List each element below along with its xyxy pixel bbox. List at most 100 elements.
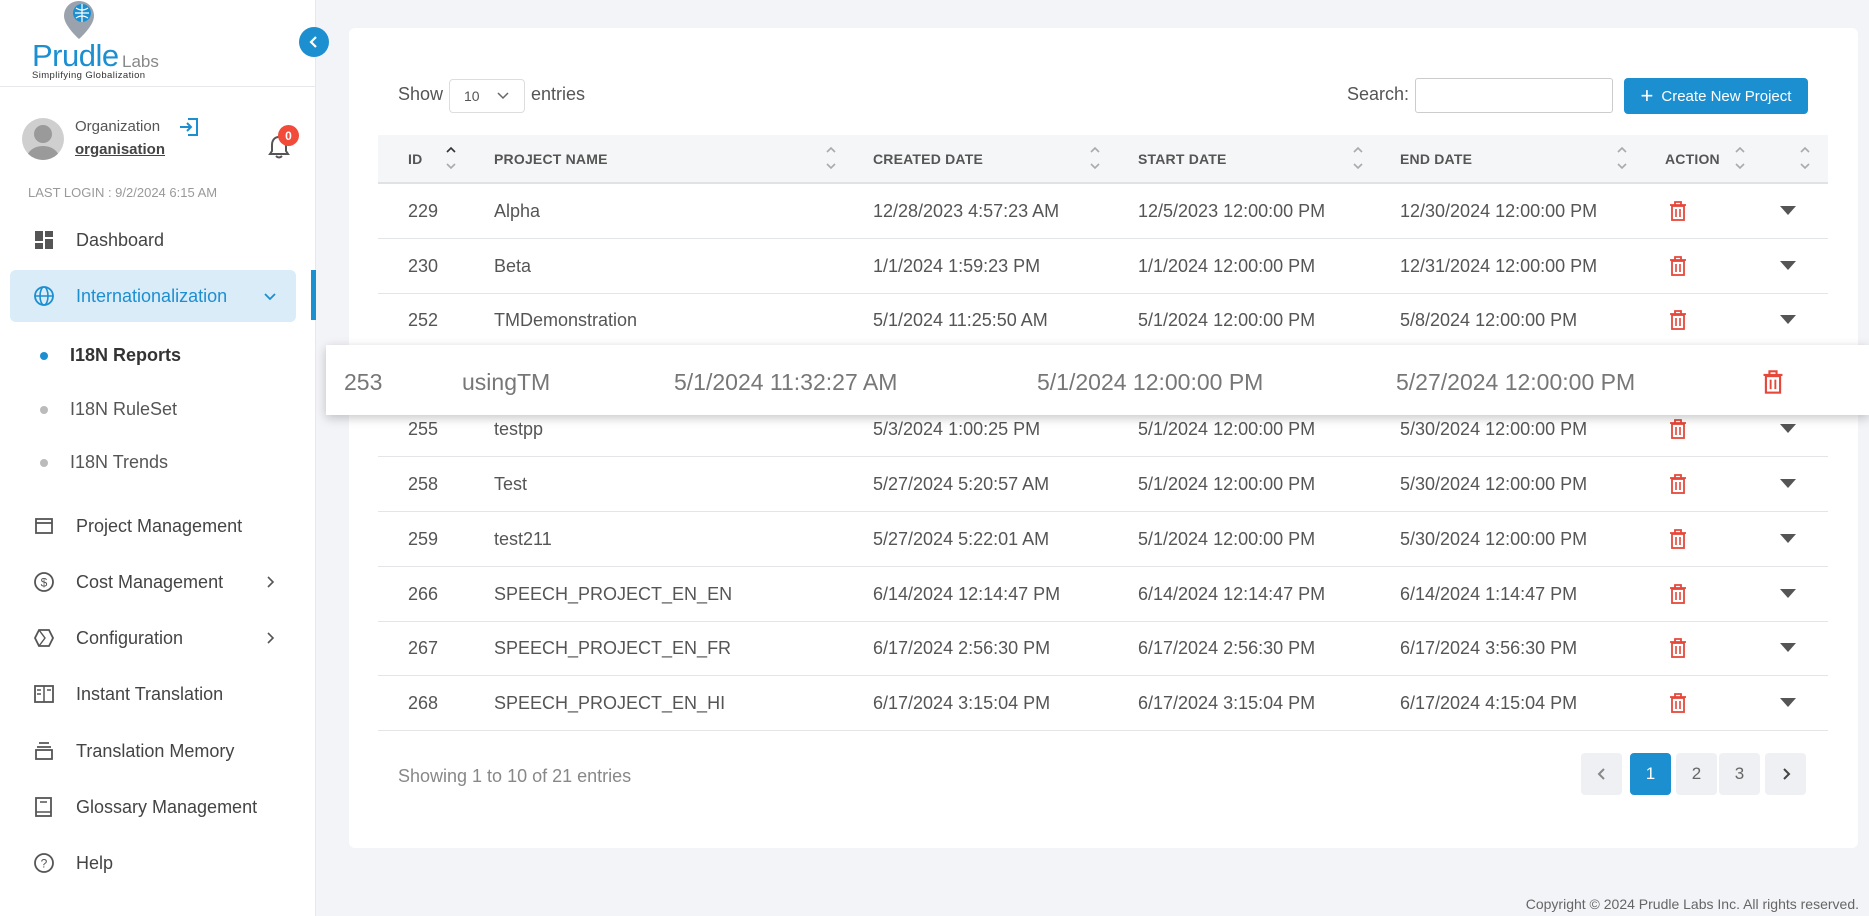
table-row[interactable]: 267 SPEECH_PROJECT_EN_FR 6/17/2024 2:56:…: [378, 621, 1828, 676]
dollar-icon: $: [32, 570, 56, 594]
cell-start-date: 6/17/2024 3:15:04 PM: [1138, 693, 1316, 713]
expand-row-icon[interactable]: [1780, 206, 1796, 215]
chevron-right-icon: [267, 576, 275, 588]
trash-icon[interactable]: [1668, 418, 1688, 440]
cell-project-name[interactable]: Alpha: [494, 201, 540, 222]
sidebar-item-cost-management[interactable]: $ Cost Management: [10, 556, 296, 608]
column-header-project-name[interactable]: PROJECT NAME: [494, 151, 608, 167]
sort-icon[interactable]: [1798, 143, 1812, 173]
expand-row-icon[interactable]: [1780, 315, 1796, 324]
cell-project-name[interactable]: Beta: [494, 256, 531, 277]
sort-icon[interactable]: [824, 143, 838, 173]
dashboard-icon: [32, 228, 56, 252]
page-size-select[interactable]: 10: [449, 79, 525, 113]
cell-start-date: 5/1/2024 12:00:00 PM: [1138, 310, 1316, 330]
sort-icon[interactable]: [1733, 143, 1747, 173]
sidebar-item-translation-memory[interactable]: Translation Memory: [10, 725, 296, 777]
cell-end-date: 5/30/2024 12:00:00 PM: [1400, 529, 1588, 549]
help-icon: ?: [32, 851, 56, 875]
chevron-right-icon: [1782, 768, 1790, 780]
search-input[interactable]: [1415, 78, 1613, 113]
table-row[interactable]: 252 TMDemonstration 5/1/2024 11:25:50 AM…: [378, 293, 1828, 348]
cell-project-name[interactable]: SPEECH_PROJECT_EN_HI: [494, 693, 725, 714]
cell-project-name[interactable]: TMDemonstration: [494, 310, 637, 331]
cell-end-date: 6/17/2024 4:15:04 PM: [1400, 693, 1578, 713]
trash-icon[interactable]: [1668, 200, 1688, 222]
table-row[interactable]: 258 Test 5/27/2024 5:20:57 AM 5/1/2024 1…: [378, 457, 1828, 512]
column-header-start-date[interactable]: START DATE: [1138, 151, 1227, 167]
trash-icon[interactable]: [1668, 255, 1688, 277]
sidebar-subitem-i18n-trends[interactable]: I18N Trends: [40, 452, 168, 473]
trash-icon[interactable]: [1668, 692, 1688, 714]
sidebar-item-help[interactable]: ? Help: [10, 837, 296, 889]
sidebar-item-internationalization[interactable]: Internationalization: [10, 270, 296, 322]
avatar[interactable]: [22, 118, 64, 160]
expand-row-icon[interactable]: [1780, 643, 1796, 652]
cell-project-name[interactable]: SPEECH_PROJECT_EN_FR: [494, 638, 731, 659]
column-header-id[interactable]: ID: [408, 151, 422, 167]
trash-icon[interactable]: [1668, 528, 1688, 550]
sidebar-item-label: I18N RuleSet: [70, 399, 178, 419]
table-row[interactable]: 229 Alpha 12/28/2023 4:57:23 AM 12/5/202…: [378, 184, 1828, 239]
table-row[interactable]: 259 test211 5/27/2024 5:22:01 AM 5/1/202…: [378, 512, 1828, 567]
table-row[interactable]: 268 SPEECH_PROJECT_EN_HI 6/17/2024 3:15:…: [378, 676, 1828, 731]
dragged-table-row[interactable]: 253 usingTM 5/1/2024 11:32:27 AM 5/1/202…: [326, 345, 1869, 415]
sidebar-item-dashboard[interactable]: Dashboard: [10, 214, 296, 266]
page-size-value: 10: [464, 88, 480, 104]
org-link[interactable]: organisation: [75, 141, 165, 158]
cell-project-name[interactable]: test211: [494, 529, 552, 550]
sidebar-subitem-i18n-reports[interactable]: I18N Reports: [40, 345, 181, 366]
trash-icon[interactable]: [1668, 583, 1688, 605]
sort-icon[interactable]: [1088, 143, 1102, 173]
trash-icon[interactable]: [1761, 369, 1785, 395]
column-header-end-date[interactable]: END DATE: [1400, 151, 1472, 167]
brand-logo[interactable]: Prudle Labs Simplifying Globalization: [30, 0, 160, 84]
cell-start-date: 5/1/2024 12:00:00 PM: [1037, 369, 1264, 395]
cell-id: 259: [408, 529, 439, 549]
cell-id: 266: [408, 584, 439, 604]
table-row[interactable]: 266 SPEECH_PROJECT_EN_EN 6/14/2024 12:14…: [378, 567, 1828, 622]
sort-icon[interactable]: [444, 143, 458, 173]
cell-project-name[interactable]: usingTM: [462, 369, 550, 396]
cell-end-date: 5/8/2024 12:00:00 PM: [1400, 310, 1578, 330]
pagination-previous-button[interactable]: [1581, 753, 1622, 795]
column-header-created-date[interactable]: CREATED DATE: [873, 151, 983, 167]
sort-icon[interactable]: [1351, 143, 1365, 173]
pagination-page-3[interactable]: 3: [1719, 753, 1760, 795]
sidebar-item-project-management[interactable]: Project Management: [10, 500, 296, 552]
cell-id: 252: [408, 310, 439, 330]
sidebar-item-glossary-management[interactable]: Glossary Management: [10, 781, 296, 833]
table-row[interactable]: 230 Beta 1/1/2024 1:59:23 PM 1/1/2024 12…: [378, 239, 1828, 294]
cell-project-name[interactable]: testpp: [494, 419, 543, 440]
sidebar-subitem-i18n-ruleset[interactable]: I18N RuleSet: [40, 399, 177, 420]
column-header-action[interactable]: ACTION: [1665, 151, 1720, 167]
pagination-page-2[interactable]: 2: [1676, 753, 1717, 795]
expand-row-icon[interactable]: [1780, 698, 1796, 707]
expand-row-icon[interactable]: [1780, 534, 1796, 543]
expand-row-icon[interactable]: [1780, 479, 1796, 488]
sidebar-item-configuration[interactable]: Configuration: [10, 612, 296, 664]
trash-icon[interactable]: [1668, 309, 1688, 331]
expand-row-icon[interactable]: [1780, 261, 1796, 270]
collapse-sidebar-button[interactable]: [299, 27, 329, 57]
cell-id: 230: [408, 256, 439, 276]
sidebar-item-instant-translation[interactable]: Instant Translation: [10, 668, 296, 720]
create-new-project-button[interactable]: + Create New Project: [1624, 78, 1808, 114]
cell-project-name[interactable]: SPEECH_PROJECT_EN_EN: [494, 584, 732, 605]
expand-row-icon[interactable]: [1780, 589, 1796, 598]
showing-entries-text: Showing 1 to 10 of 21 entries: [398, 766, 632, 786]
sidebar-item-label: Glossary Management: [76, 796, 258, 817]
book-icon: [32, 795, 56, 819]
sidebar-item-label: Internationalization: [76, 285, 228, 306]
sort-icon[interactable]: [1615, 143, 1629, 173]
expand-row-icon[interactable]: [1780, 424, 1796, 433]
pagination-page-1[interactable]: 1: [1630, 753, 1671, 795]
pagination-next-button[interactable]: [1765, 753, 1806, 795]
cell-project-name[interactable]: Test: [494, 474, 527, 495]
logout-icon[interactable]: [178, 116, 200, 138]
cell-created-date: 5/27/2024 5:22:01 AM: [873, 529, 1050, 549]
cell-created-date: 1/1/2024 1:59:23 PM: [873, 256, 1041, 276]
trash-icon[interactable]: [1668, 473, 1688, 495]
trash-icon[interactable]: [1668, 637, 1688, 659]
cell-id: 229: [408, 201, 439, 221]
